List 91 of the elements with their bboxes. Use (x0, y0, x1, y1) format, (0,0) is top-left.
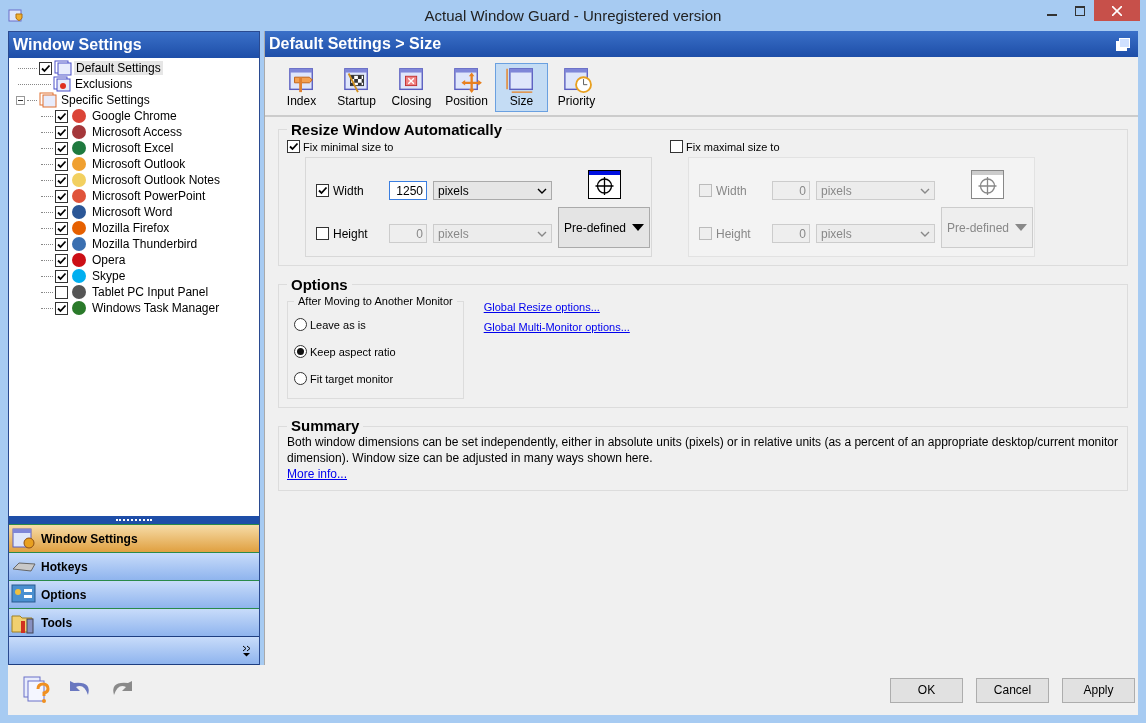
caret-down-icon (1015, 223, 1027, 232)
checkbox[interactable] (55, 253, 68, 267)
radio-label: Leave as is (310, 318, 366, 331)
group-title: After Moving to Another Monitor (297, 295, 454, 307)
maximize-icon (1075, 5, 1085, 16)
tree-item[interactable]: Google Chrome (90, 109, 179, 123)
dialog-button[interactable]: OK (890, 677, 963, 703)
checkbox[interactable] (55, 221, 68, 235)
close-icon (1112, 5, 1122, 16)
app-shield-icon (8, 7, 24, 24)
options-link[interactable]: Global Resize options... (483, 301, 600, 313)
panel-title: Default Settings > Size (269, 35, 442, 53)
checkbox[interactable] (55, 189, 68, 203)
checkbox[interactable] (55, 109, 68, 123)
tree-item[interactable]: Specific Settings (59, 93, 152, 107)
checkbox[interactable] (316, 184, 329, 197)
close-button[interactable] (1094, 0, 1140, 21)
checkbox[interactable] (55, 173, 68, 187)
minimize-icon (1047, 13, 1057, 16)
radio-button[interactable] (294, 345, 307, 358)
checkbox[interactable] (55, 157, 68, 171)
checkbox-label: Width (716, 183, 748, 198)
toolbar-tab[interactable]: Startup (330, 63, 383, 112)
tree-item[interactable]: Exclusions (73, 77, 135, 91)
nav-bar-item[interactable]: Options (9, 580, 259, 608)
radio-button[interactable] (294, 372, 307, 385)
group-title: Resize Window Automatically (290, 121, 503, 138)
checkbox-label: Width (333, 183, 365, 198)
dialog-button[interactable]: Apply (1062, 677, 1135, 703)
nav-bar-item[interactable]: Tools (9, 608, 259, 636)
toolbar-tab[interactable]: Closing (385, 63, 438, 112)
chevron-down-icon (537, 230, 547, 237)
tree-item[interactable]: Tablet PC Input Panel (90, 285, 211, 299)
checkbox-label: Height (333, 226, 369, 241)
tree-item[interactable]: Microsoft Access (90, 125, 185, 139)
tree-item[interactable]: Microsoft Word (90, 205, 175, 219)
toolbar-tab[interactable]: Position (440, 63, 493, 112)
tree-item[interactable]: Mozilla Thunderbird (90, 237, 200, 251)
panel-title: Window Settings (13, 36, 142, 54)
toolbar-tab[interactable]: Priority (550, 63, 603, 112)
tree-item[interactable]: Microsoft Outlook Notes (90, 173, 223, 187)
checkbox[interactable] (287, 140, 300, 153)
checkbox[interactable] (316, 227, 329, 240)
dialog-button[interactable]: Cancel (976, 677, 1049, 703)
window-stack-icon (39, 92, 57, 108)
checkbox[interactable] (39, 61, 52, 75)
window-icon (54, 60, 72, 76)
radio-label: Fit target monitor (310, 372, 394, 385)
chevron-down-icon (537, 187, 547, 194)
toolbar-tab[interactable]: Index (275, 63, 328, 112)
window-gear-icon (11, 526, 37, 551)
checkbox[interactable] (55, 285, 68, 299)
checkbox[interactable] (55, 237, 68, 251)
tree-item[interactable]: Windows Task Manager (90, 301, 222, 315)
collapse-toggle[interactable] (16, 95, 25, 105)
tree-item[interactable]: Default Settings (74, 61, 163, 75)
tree-item[interactable]: Opera (90, 253, 128, 267)
nav-bar-item[interactable]: Window Settings (9, 524, 259, 552)
checkbox-label: Fix maximal size to (686, 140, 780, 153)
radio-button[interactable] (294, 318, 307, 331)
checkbox-label: Height (716, 226, 752, 241)
caret-down-icon (632, 223, 644, 232)
tree-item[interactable]: Microsoft Excel (90, 141, 176, 155)
chevron-down-icon (920, 230, 930, 237)
tree-item[interactable]: Microsoft PowerPoint (90, 189, 208, 203)
checkbox[interactable] (55, 125, 68, 139)
number-field[interactable]: 1250 (389, 181, 427, 200)
radio-label: Keep aspect ratio (310, 345, 396, 358)
checkbox-label: Fix minimal size to (303, 140, 394, 153)
tree-item[interactable]: Microsoft Outlook (90, 157, 188, 171)
chevron-menu-icon[interactable] (242, 644, 251, 657)
tree-item[interactable]: Skype (90, 269, 128, 283)
window-block-icon (53, 76, 71, 92)
nav-bar-item[interactable]: Hotkeys (9, 552, 259, 580)
checkbox[interactable] (55, 205, 68, 219)
windows-icon[interactable] (1116, 37, 1130, 51)
group-title: Options (290, 276, 349, 293)
checkbox[interactable] (55, 141, 68, 155)
window-title: Actual Window Guard - Unregistered version (424, 7, 722, 24)
options-link[interactable]: Global Multi-Monitor options... (483, 321, 630, 333)
checkbox[interactable] (55, 301, 68, 315)
tree-item[interactable]: Mozilla Firefox (90, 221, 172, 235)
unit-dropdown[interactable]: pixels (433, 181, 552, 200)
checkbox[interactable] (55, 269, 68, 283)
crosshair-window-icon[interactable] (587, 170, 621, 199)
toolbar-tab[interactable]: Size (495, 63, 548, 112)
predefined-dropdown-button[interactable]: Pre-defined (558, 207, 650, 248)
more-info-link[interactable]: More info... (287, 467, 348, 481)
group-title: Summary (290, 418, 361, 434)
summary-text: Both window dimensions can be set independently, either in absolute units (pixels) or in relative units (as a percent of an appropriate desktop/current monitor dimension). Window size can be adjusted in many ways shown here. (287, 434, 1119, 466)
chevron-down-icon (920, 187, 930, 194)
